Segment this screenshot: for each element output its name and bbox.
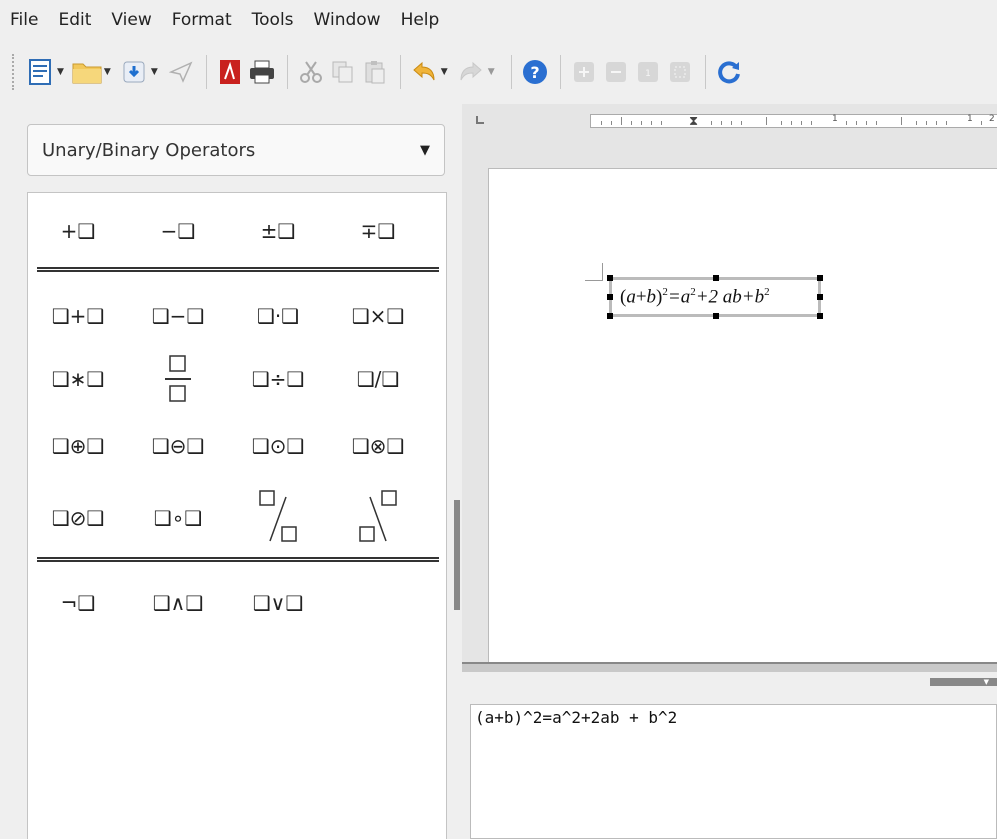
element-circled-minus[interactable]: ❑⊖❑ xyxy=(128,426,228,466)
zoom-out-icon[interactable] xyxy=(601,57,631,87)
formula-rendered: (a+b)2=a2+2 ab+b2 xyxy=(620,285,770,308)
tab-stop-selector[interactable] xyxy=(476,116,484,124)
selection-handle[interactable] xyxy=(817,275,823,281)
open-dropdown-arrow[interactable]: ▼ xyxy=(104,67,111,77)
zoom-in-icon[interactable] xyxy=(569,57,599,87)
show-all-icon[interactable] xyxy=(665,57,695,87)
selection-handle[interactable] xyxy=(713,275,719,281)
undo-icon[interactable] xyxy=(409,57,439,87)
selection-handle[interactable] xyxy=(607,294,613,300)
element-circled-times[interactable]: ❑⊗❑ xyxy=(328,426,428,466)
category-dropdown-value: Unary/Binary Operators xyxy=(42,139,256,161)
toolbar-grip[interactable] xyxy=(12,54,15,90)
new-document-icon[interactable] xyxy=(25,57,55,87)
standard-toolbar: ▼ ▼ ▼ ▼ ▼ ? 1 xyxy=(0,42,997,102)
menu-edit[interactable]: Edit xyxy=(58,10,91,30)
element-composition[interactable]: ❑∘❑ xyxy=(128,498,228,538)
new-dropdown-arrow[interactable]: ▼ xyxy=(57,67,64,77)
indent-marker-icon[interactable]: ⧗ xyxy=(689,114,698,129)
menu-bar: File Edit View Format Tools Window Help xyxy=(0,0,997,40)
update-icon[interactable] xyxy=(714,57,744,87)
element-subtraction[interactable]: ❑−❑ xyxy=(128,296,228,336)
elements-palette: +❑ −❑ ±❑ ∓❑ ❑+❑ ❑−❑ ❑·❑ ❑×❑ ❑∗❑ ❑÷❑ ❑/❑ … xyxy=(27,192,447,839)
element-division[interactable]: ❑÷❑ xyxy=(228,359,328,399)
horizontal-ruler[interactable]: ⧗ 1 1 2 xyxy=(590,114,997,129)
element-unary-minus[interactable]: −❑ xyxy=(128,211,228,251)
menu-view[interactable]: View xyxy=(111,10,151,30)
element-unary-plus[interactable]: +❑ xyxy=(28,211,128,251)
toolbar-separator xyxy=(399,55,401,89)
export-pdf-icon[interactable] xyxy=(215,57,245,87)
element-circled-plus[interactable]: ❑⊕❑ xyxy=(28,426,128,466)
formula-page[interactable]: (a+b)2=a2+2 ab+b2 xyxy=(488,168,997,664)
element-addition[interactable]: ❑+❑ xyxy=(28,296,128,336)
ruler-label: 2 xyxy=(989,114,995,124)
svg-text:?: ? xyxy=(530,63,539,82)
selection-handle[interactable] xyxy=(607,313,613,319)
menu-window[interactable]: Window xyxy=(314,10,381,30)
selection-handle[interactable] xyxy=(607,275,613,281)
element-wide-slash[interactable] xyxy=(228,485,328,549)
zoom-100-icon[interactable]: 1 xyxy=(633,57,663,87)
menu-format[interactable]: Format xyxy=(172,10,232,30)
group-separator xyxy=(37,267,439,272)
toolbar-separator xyxy=(704,55,706,89)
element-boolean-and[interactable]: ❑∧❑ xyxy=(128,583,228,623)
scroll-arrow-icon[interactable]: ▼ xyxy=(930,678,997,686)
help-icon[interactable]: ? xyxy=(520,57,550,87)
fraction-icon xyxy=(165,355,191,402)
chevron-down-icon[interactable]: ▼ xyxy=(420,143,430,158)
element-dot-product[interactable]: ❑·❑ xyxy=(228,296,328,336)
selection-handle[interactable] xyxy=(817,313,823,319)
toolbar-separator xyxy=(286,55,288,89)
cut-icon[interactable] xyxy=(296,57,326,87)
menu-tools[interactable]: Tools xyxy=(252,10,294,30)
document-view: ⧗ 1 1 2 (a+b)2=a2+2 ab+b2 xyxy=(462,104,997,664)
element-plus-minus[interactable]: ±❑ xyxy=(228,211,328,251)
save-icon[interactable] xyxy=(119,57,149,87)
toolbar-separator xyxy=(510,55,512,89)
paste-icon[interactable] xyxy=(360,57,390,87)
formula-command-editor[interactable]: (a+b)^2=a^2+2ab + b^2 xyxy=(470,704,997,839)
page-margin-marker xyxy=(585,263,603,281)
element-multiplication[interactable]: ❑×❑ xyxy=(328,296,428,336)
element-asterisk[interactable]: ❑∗❑ xyxy=(28,359,128,399)
undo-dropdown-arrow[interactable]: ▼ xyxy=(441,67,448,77)
category-dropdown[interactable]: Unary/Binary Operators ▼ xyxy=(27,124,445,176)
menu-file[interactable]: File xyxy=(10,10,38,30)
element-minus-plus[interactable]: ∓❑ xyxy=(328,211,428,251)
save-dropdown-arrow[interactable]: ▼ xyxy=(151,67,158,77)
element-circled-dot[interactable]: ❑⊙❑ xyxy=(228,426,328,466)
toolbar-separator xyxy=(559,55,561,89)
editor-splitter[interactable] xyxy=(462,662,997,672)
ruler-label: 1 xyxy=(967,114,973,124)
menu-help[interactable]: Help xyxy=(401,10,440,30)
svg-text:1: 1 xyxy=(645,69,651,79)
element-circled-slash[interactable]: ❑⊘❑ xyxy=(28,498,128,538)
open-folder-icon[interactable] xyxy=(72,57,102,87)
selection-handle[interactable] xyxy=(713,313,719,319)
wide-slash-icon xyxy=(259,490,297,542)
redo-dropdown-arrow[interactable]: ▼ xyxy=(488,67,495,77)
element-wide-backslash[interactable] xyxy=(328,485,428,549)
print-icon[interactable] xyxy=(247,57,277,87)
panel-splitter-handle[interactable] xyxy=(454,500,460,610)
group-separator xyxy=(37,557,439,562)
send-icon[interactable] xyxy=(166,57,196,87)
element-boolean-not[interactable]: ¬❑ xyxy=(28,583,128,623)
element-fraction[interactable] xyxy=(128,349,228,409)
element-boolean-or[interactable]: ❑∨❑ xyxy=(228,583,328,623)
element-slash[interactable]: ❑/❑ xyxy=(328,359,428,399)
editor-text: (a+b)^2=a^2+2ab + b^2 xyxy=(475,708,678,727)
formula-object[interactable]: (a+b)2=a2+2 ab+b2 xyxy=(607,275,823,319)
elements-sidebar: Unary/Binary Operators ▼ +❑ −❑ ±❑ ∓❑ ❑+❑… xyxy=(0,104,462,839)
toolbar-separator xyxy=(205,55,207,89)
ruler-label: 1 xyxy=(832,114,838,124)
redo-icon[interactable] xyxy=(456,57,486,87)
selection-handle[interactable] xyxy=(817,294,823,300)
copy-icon[interactable] xyxy=(328,57,358,87)
wide-backslash-icon xyxy=(359,490,397,542)
